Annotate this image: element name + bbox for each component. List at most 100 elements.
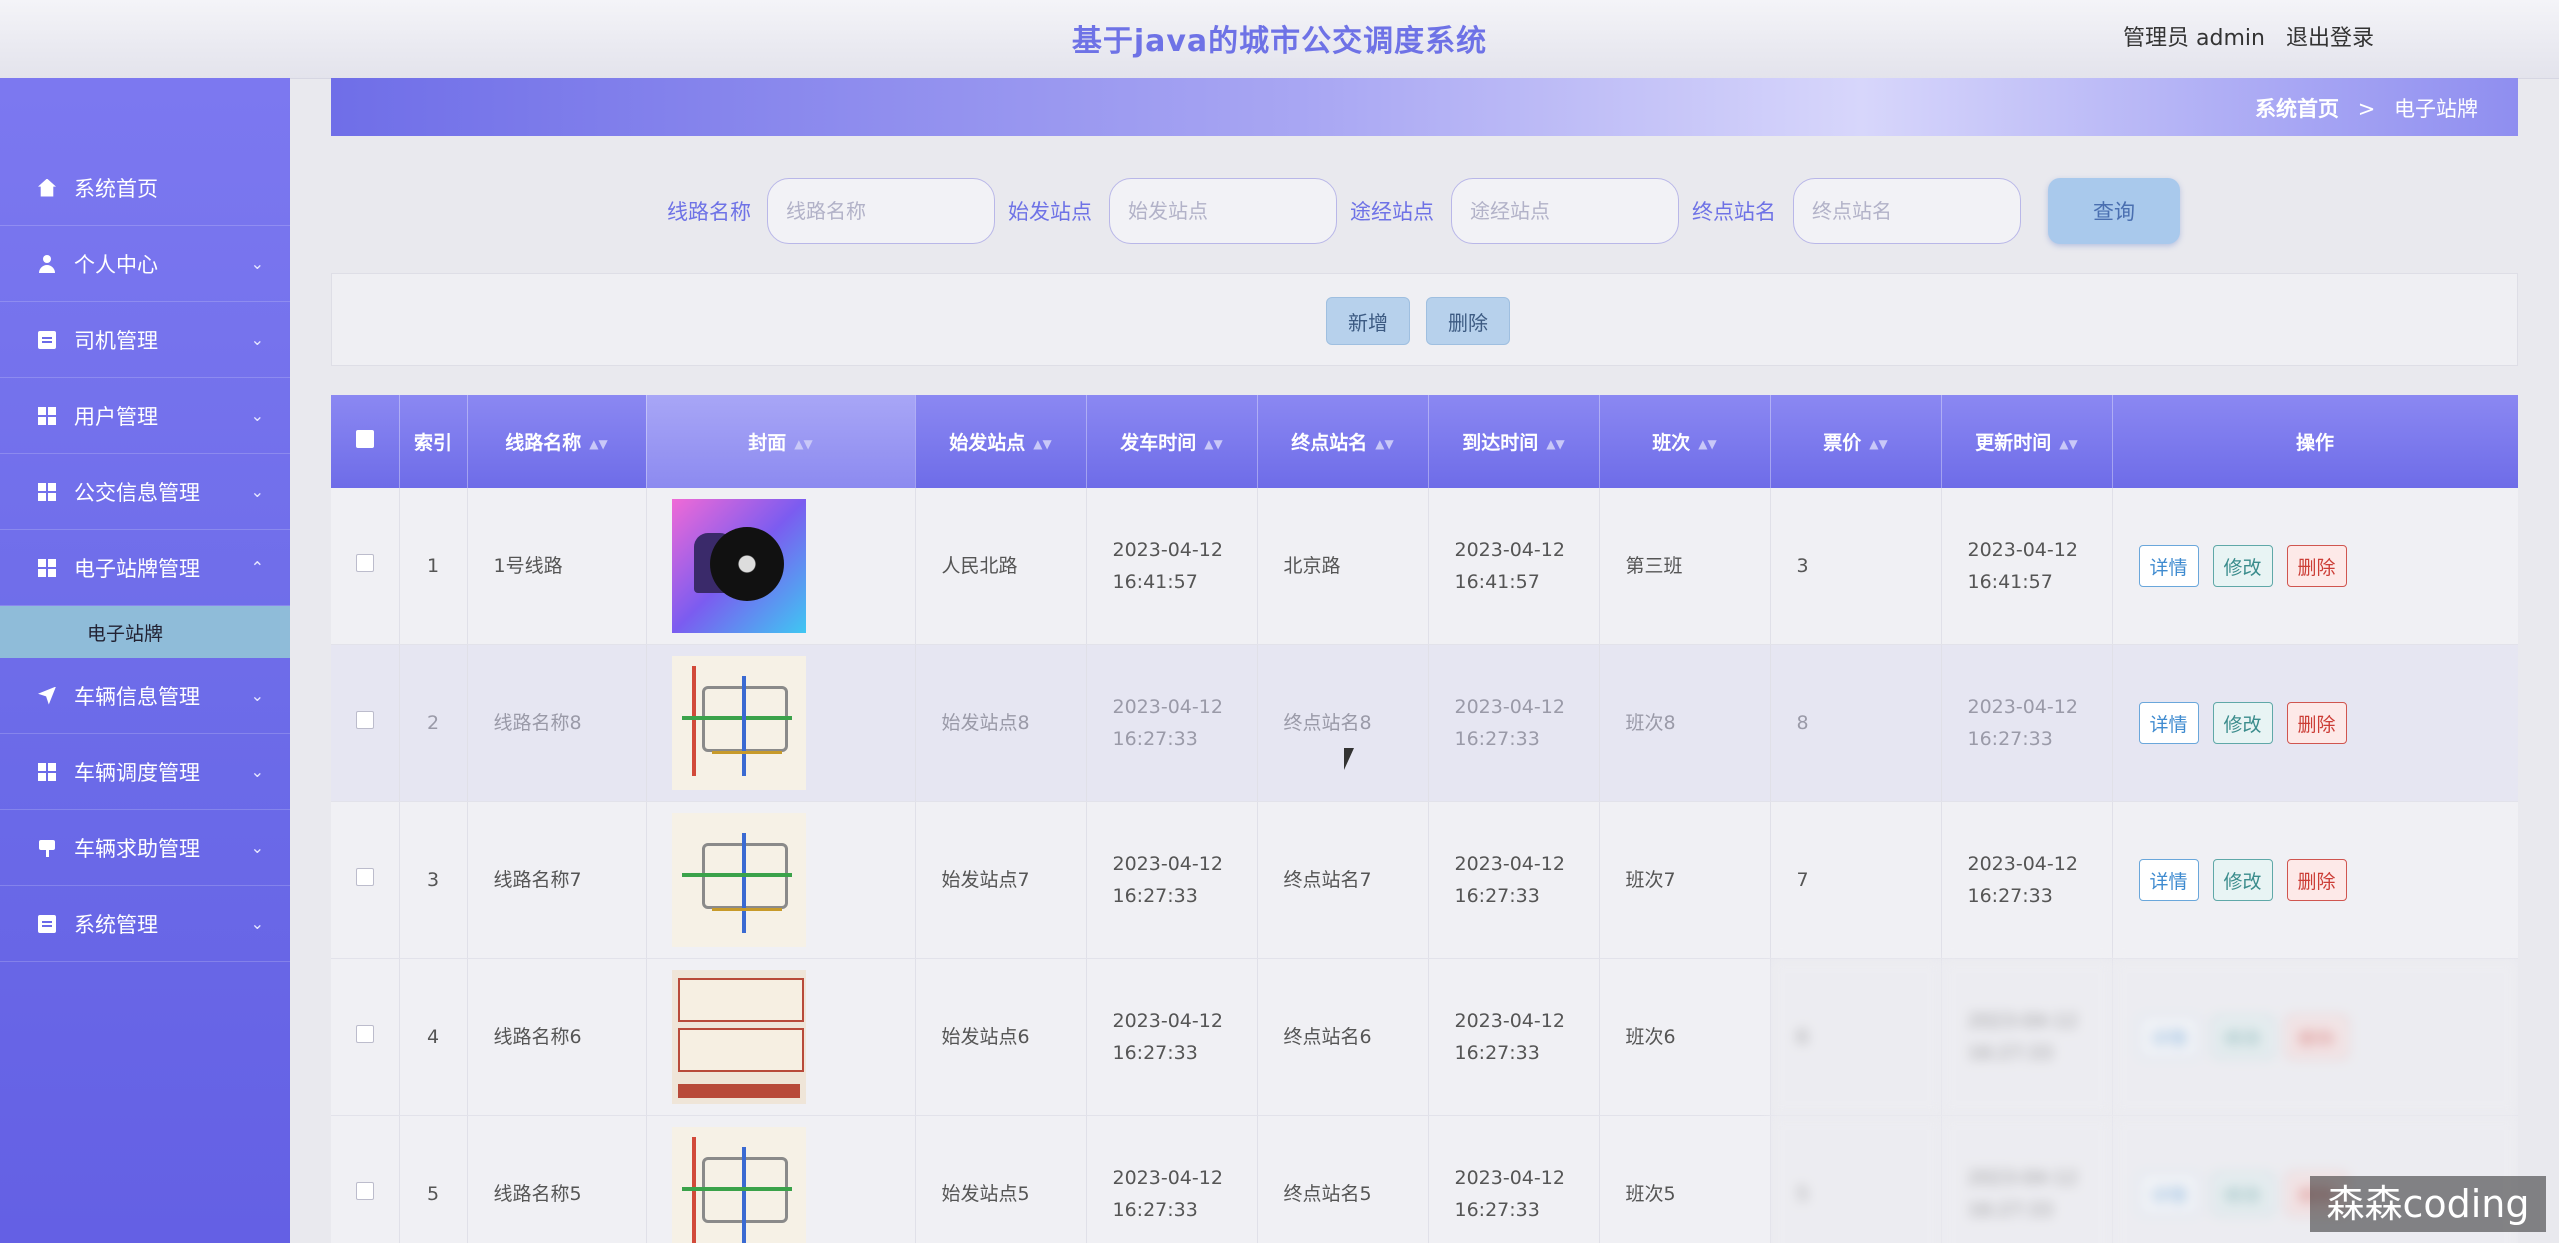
- arrive-clock: 16:27:33: [1454, 1042, 1540, 1064]
- edit-button[interactable]: 修改: [2212, 859, 2273, 901]
- arrive-date: 2023-04-12: [1454, 853, 1565, 875]
- header-fare[interactable]: 票价 ▲▼: [1770, 395, 1942, 488]
- sidebar-item-vehicle-help-management[interactable]: 车辆求助管理 ⌄: [0, 810, 290, 886]
- sidebar-item-home[interactable]: 系统首页: [0, 150, 290, 226]
- add-button[interactable]: 新增: [1326, 297, 1410, 345]
- row-index: 4: [399, 958, 468, 1116]
- detail-button[interactable]: 详情: [2138, 702, 2199, 744]
- row-route-name: 线路名称7: [467, 801, 647, 959]
- grid-icon: [38, 406, 56, 425]
- via-station-input[interactable]: [1451, 178, 1679, 244]
- row-arrive-time: 2023-04-12 16:27:33: [1428, 958, 1600, 1116]
- table-row[interactable]: 2 线路名称8 始发站点8 2023-04-12 16:27:33 终点站名8 2…: [331, 644, 2518, 802]
- map-line: [681, 873, 792, 877]
- sort-icon[interactable]: ▲▼: [2059, 437, 2077, 451]
- row-checkbox[interactable]: [355, 554, 374, 572]
- header-end-station[interactable]: 终点站名 ▲▼: [1257, 395, 1429, 488]
- sidebar-item-personal-center[interactable]: 个人中心 ⌄: [0, 226, 290, 302]
- depart-clock: 16:41:57: [1112, 571, 1198, 593]
- start-station-label: 始发站点: [1008, 200, 1092, 224]
- sort-icon[interactable]: ▲▼: [794, 437, 812, 451]
- row-operations: 详情 修改 删除: [2112, 644, 2518, 802]
- table-row[interactable]: 4 线路名称6 始发站点6 2023-04-12 16:27:33 终点站名6 2…: [331, 958, 2518, 1116]
- row-start-station: 人民北路: [915, 488, 1087, 645]
- row-checkbox[interactable]: [355, 868, 374, 886]
- sign-icon: [38, 839, 56, 857]
- header-arrive-time[interactable]: 到达时间 ▲▼: [1428, 395, 1600, 488]
- chevron-down-icon: ⌄: [250, 914, 264, 933]
- cover-image[interactable]: [671, 813, 806, 947]
- cover-image[interactable]: [671, 656, 806, 790]
- sidebar-item-vehicle-info-management[interactable]: 车辆信息管理 ⌄: [0, 658, 290, 734]
- edit-button[interactable]: 修改: [2212, 1173, 2273, 1215]
- sidebar-item-e-stop-sign-management[interactable]: 电子站牌管理 ⌃: [0, 530, 290, 606]
- sidebar-item-label: 公交信息管理: [74, 480, 200, 505]
- edit-button[interactable]: 修改: [2212, 702, 2273, 744]
- breadcrumb-home[interactable]: 系统首页: [2255, 97, 2339, 121]
- depart-clock: 16:27:33: [1112, 885, 1198, 907]
- sort-icon[interactable]: ▲▼: [1375, 437, 1393, 451]
- row-fare: 5: [1770, 1115, 1942, 1243]
- row-fare: 3: [1770, 488, 1942, 645]
- sidebar-item-driver-management[interactable]: 司机管理 ⌄: [0, 302, 290, 378]
- detail-button[interactable]: 详情: [2138, 1173, 2199, 1215]
- sidebar-item-system-management[interactable]: 系统管理 ⌄: [0, 886, 290, 962]
- header-end-station-label: 终点站名: [1291, 432, 1368, 454]
- map-line: [741, 833, 746, 933]
- batch-delete-button[interactable]: 删除: [1426, 297, 1510, 345]
- delete-button[interactable]: 删除: [2286, 1016, 2347, 1058]
- arrive-date: 2023-04-12: [1454, 1010, 1565, 1032]
- detail-button[interactable]: 详情: [2138, 859, 2199, 901]
- row-checkbox[interactable]: [355, 1025, 374, 1043]
- sort-icon[interactable]: ▲▼: [589, 437, 607, 451]
- sort-icon[interactable]: ▲▼: [1546, 437, 1564, 451]
- row-updated-time: 2023-04-12 16:27:33: [1941, 1115, 2113, 1243]
- end-station-input[interactable]: [1793, 178, 2021, 244]
- sidebar-item-vehicle-dispatch-management[interactable]: 车辆调度管理 ⌄: [0, 734, 290, 810]
- select-all-checkbox[interactable]: [355, 430, 374, 448]
- sidebar-subitem-e-stop-sign[interactable]: 电子站牌: [0, 606, 290, 658]
- row-cover: [646, 801, 916, 959]
- header-shift[interactable]: 班次 ▲▼: [1599, 395, 1771, 488]
- sidebar-item-user-management[interactable]: 用户管理 ⌄: [0, 378, 290, 454]
- header-start-station[interactable]: 始发站点 ▲▼: [915, 395, 1087, 488]
- row-route-name: 线路名称5: [467, 1115, 647, 1243]
- header-cover[interactable]: 封面 ▲▼: [646, 395, 916, 488]
- row-depart-time: 2023-04-12 16:27:33: [1086, 958, 1258, 1116]
- route-name-input[interactable]: [767, 178, 995, 244]
- header-route-name[interactable]: 线路名称 ▲▼: [467, 395, 647, 488]
- edit-button[interactable]: 修改: [2212, 1016, 2273, 1058]
- sort-icon[interactable]: ▲▼: [1698, 437, 1716, 451]
- logout-link[interactable]: 退出登录: [2286, 26, 2374, 51]
- map-line: [711, 908, 782, 911]
- detail-button[interactable]: 详情: [2138, 545, 2199, 587]
- row-fare: 6: [1770, 958, 1942, 1116]
- cover-image[interactable]: [671, 970, 806, 1104]
- delete-button[interactable]: 删除: [2286, 545, 2347, 587]
- header-fare-label: 票价: [1823, 432, 1862, 454]
- table-row[interactable]: 3 线路名称7 始发站点7 2023-04-12 16:27:33 终点站名7 2…: [331, 801, 2518, 959]
- row-checkbox[interactable]: [355, 711, 374, 729]
- depart-date: 2023-04-12: [1112, 1167, 1223, 1189]
- table-row[interactable]: 5 线路名称5 始发站点5 2023-04-12 16:27:33 终点站名5 2…: [331, 1115, 2518, 1243]
- header-depart-time[interactable]: 发车时间 ▲▼: [1086, 395, 1258, 488]
- row-depart-time: 2023-04-12 16:27:33: [1086, 801, 1258, 959]
- sort-icon[interactable]: ▲▼: [1033, 437, 1051, 451]
- table-row[interactable]: 1 1号线路 人民北路 2023-04-12 16:41:57 北京路 2023-…: [331, 488, 2518, 645]
- cover-image[interactable]: [671, 1127, 806, 1243]
- row-end-station: 北京路: [1257, 488, 1429, 645]
- grid-icon: [38, 482, 56, 501]
- delete-button[interactable]: 删除: [2286, 859, 2347, 901]
- sort-icon[interactable]: ▲▼: [1869, 437, 1887, 451]
- sidebar-item-bus-info-management[interactable]: 公交信息管理 ⌄: [0, 454, 290, 530]
- cover-image[interactable]: [671, 499, 806, 633]
- header-updated-time[interactable]: 更新时间 ▲▼: [1941, 395, 2113, 488]
- edit-button[interactable]: 修改: [2212, 545, 2273, 587]
- delete-button[interactable]: 删除: [2286, 702, 2347, 744]
- row-checkbox[interactable]: [355, 1182, 374, 1200]
- sort-icon[interactable]: ▲▼: [1204, 437, 1222, 451]
- detail-button[interactable]: 详情: [2138, 1016, 2199, 1058]
- top-bar: 基于java的城市公交调度系统 管理员 admin 退出登录: [0, 0, 2559, 79]
- query-button[interactable]: 查询: [2048, 178, 2180, 244]
- start-station-input[interactable]: [1109, 178, 1337, 244]
